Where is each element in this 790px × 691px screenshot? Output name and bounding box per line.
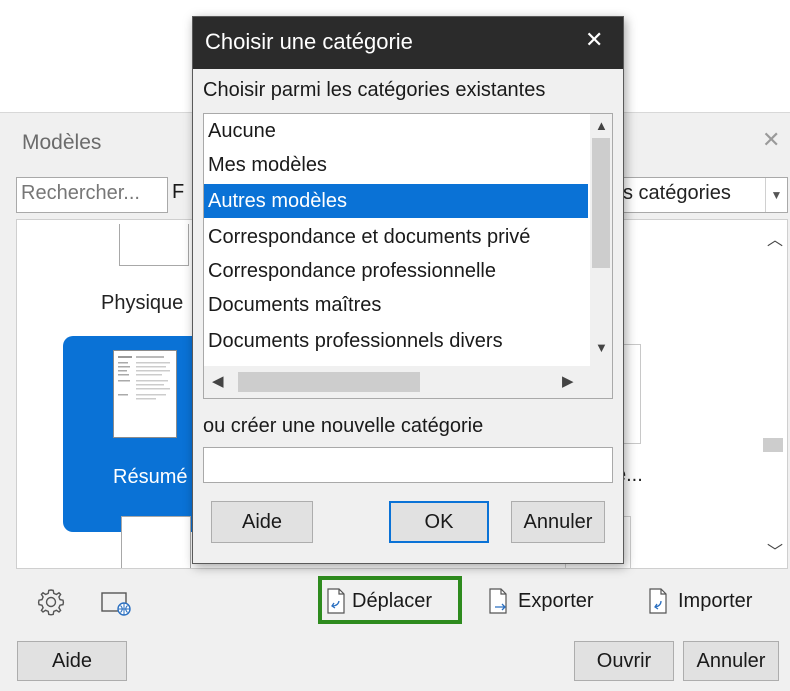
open-button[interactable]: Ouvrir (574, 641, 674, 681)
template-thumbnail[interactable] (121, 516, 191, 568)
dialog-cancel-button[interactable]: Annuler (511, 501, 605, 543)
new-category-label: ou créer une nouvelle catégorie (203, 415, 484, 437)
help-button[interactable]: Aide (17, 641, 127, 681)
new-category-input[interactable] (203, 447, 613, 483)
template-thumbnail (113, 350, 177, 438)
category-list[interactable]: Aucune Mes modèles Autres modèles Corres… (203, 113, 613, 399)
dialog-help-button[interactable]: Aide (211, 501, 313, 543)
choose-category-dialog: Choisir une catégorie ✕ Choisir parmi le… (192, 16, 624, 564)
list-item[interactable]: Correspondance et documents privé (204, 220, 588, 254)
export-document-icon (489, 588, 507, 614)
chevron-right-icon[interactable]: ▶ (562, 372, 574, 390)
list-item[interactable]: Mes modèles (204, 148, 588, 182)
window-title: Modèles (22, 131, 102, 154)
gear-icon[interactable] (36, 587, 66, 617)
chevron-down-icon[interactable]: ▼ (595, 340, 608, 355)
chevron-left-icon[interactable]: ◀ (212, 372, 224, 390)
close-icon[interactable]: ✕ (762, 127, 780, 153)
template-label: Physique (101, 292, 184, 314)
move-document-icon (327, 588, 345, 614)
list-item[interactable]: Documents maîtres (204, 288, 588, 322)
existing-categories-label: Choisir parmi les catégories existantes (203, 79, 546, 101)
web-template-icon[interactable] (100, 589, 132, 617)
scrollbar-thumb[interactable] (763, 438, 783, 452)
category-filter-value: s catégories (623, 182, 731, 204)
list-item-selected[interactable]: Autres modèles (204, 184, 588, 218)
move-button[interactable]: Déplacer (326, 583, 432, 619)
list-item[interactable]: Documents professionnels divers (204, 324, 588, 358)
dialog-titlebar: Choisir une catégorie ✕ (193, 17, 623, 69)
import-document-icon (649, 588, 667, 614)
template-label: Résumé (113, 466, 188, 488)
export-label: Exporter (518, 589, 594, 612)
search-input[interactable]: Rechercher... (16, 177, 168, 213)
import-label: Importer (678, 589, 753, 612)
vertical-scrollbar[interactable]: ▲ ▼ (590, 114, 612, 366)
vertical-scrollbar[interactable]: ︿ ﹀ (761, 220, 787, 568)
category-filter-select[interactable]: s catégories ▼ (612, 177, 788, 213)
list-item[interactable]: Aucune (204, 114, 588, 148)
scrollbar-thumb[interactable] (592, 138, 610, 268)
scrollbar-thumb[interactable] (238, 372, 420, 392)
export-button[interactable]: Exporter (488, 583, 594, 619)
list-item[interactable]: Correspondance professionnelle (204, 254, 588, 288)
cancel-button[interactable]: Annuler (683, 641, 779, 681)
chevron-up-icon[interactable]: ︿ (767, 226, 783, 250)
import-button[interactable]: Importer (648, 583, 752, 619)
selected-template-tile[interactable]: Résumé (63, 336, 213, 532)
chevron-down-icon[interactable]: ﹀ (767, 538, 783, 562)
horizontal-scrollbar[interactable]: ◀ ▶ (204, 366, 590, 398)
chevron-up-icon[interactable]: ▲ (595, 118, 608, 133)
template-thumbnail[interactable] (119, 224, 189, 266)
dialog-title: Choisir une catégorie (205, 29, 413, 54)
move-label: Déplacer (352, 589, 433, 612)
close-icon[interactable]: ✕ (585, 27, 603, 53)
scrollbar-corner (590, 366, 612, 398)
filter-select-partial[interactable]: F (172, 177, 192, 213)
ok-button[interactable]: OK (389, 501, 489, 543)
chevron-down-icon[interactable]: ▼ (765, 178, 787, 212)
